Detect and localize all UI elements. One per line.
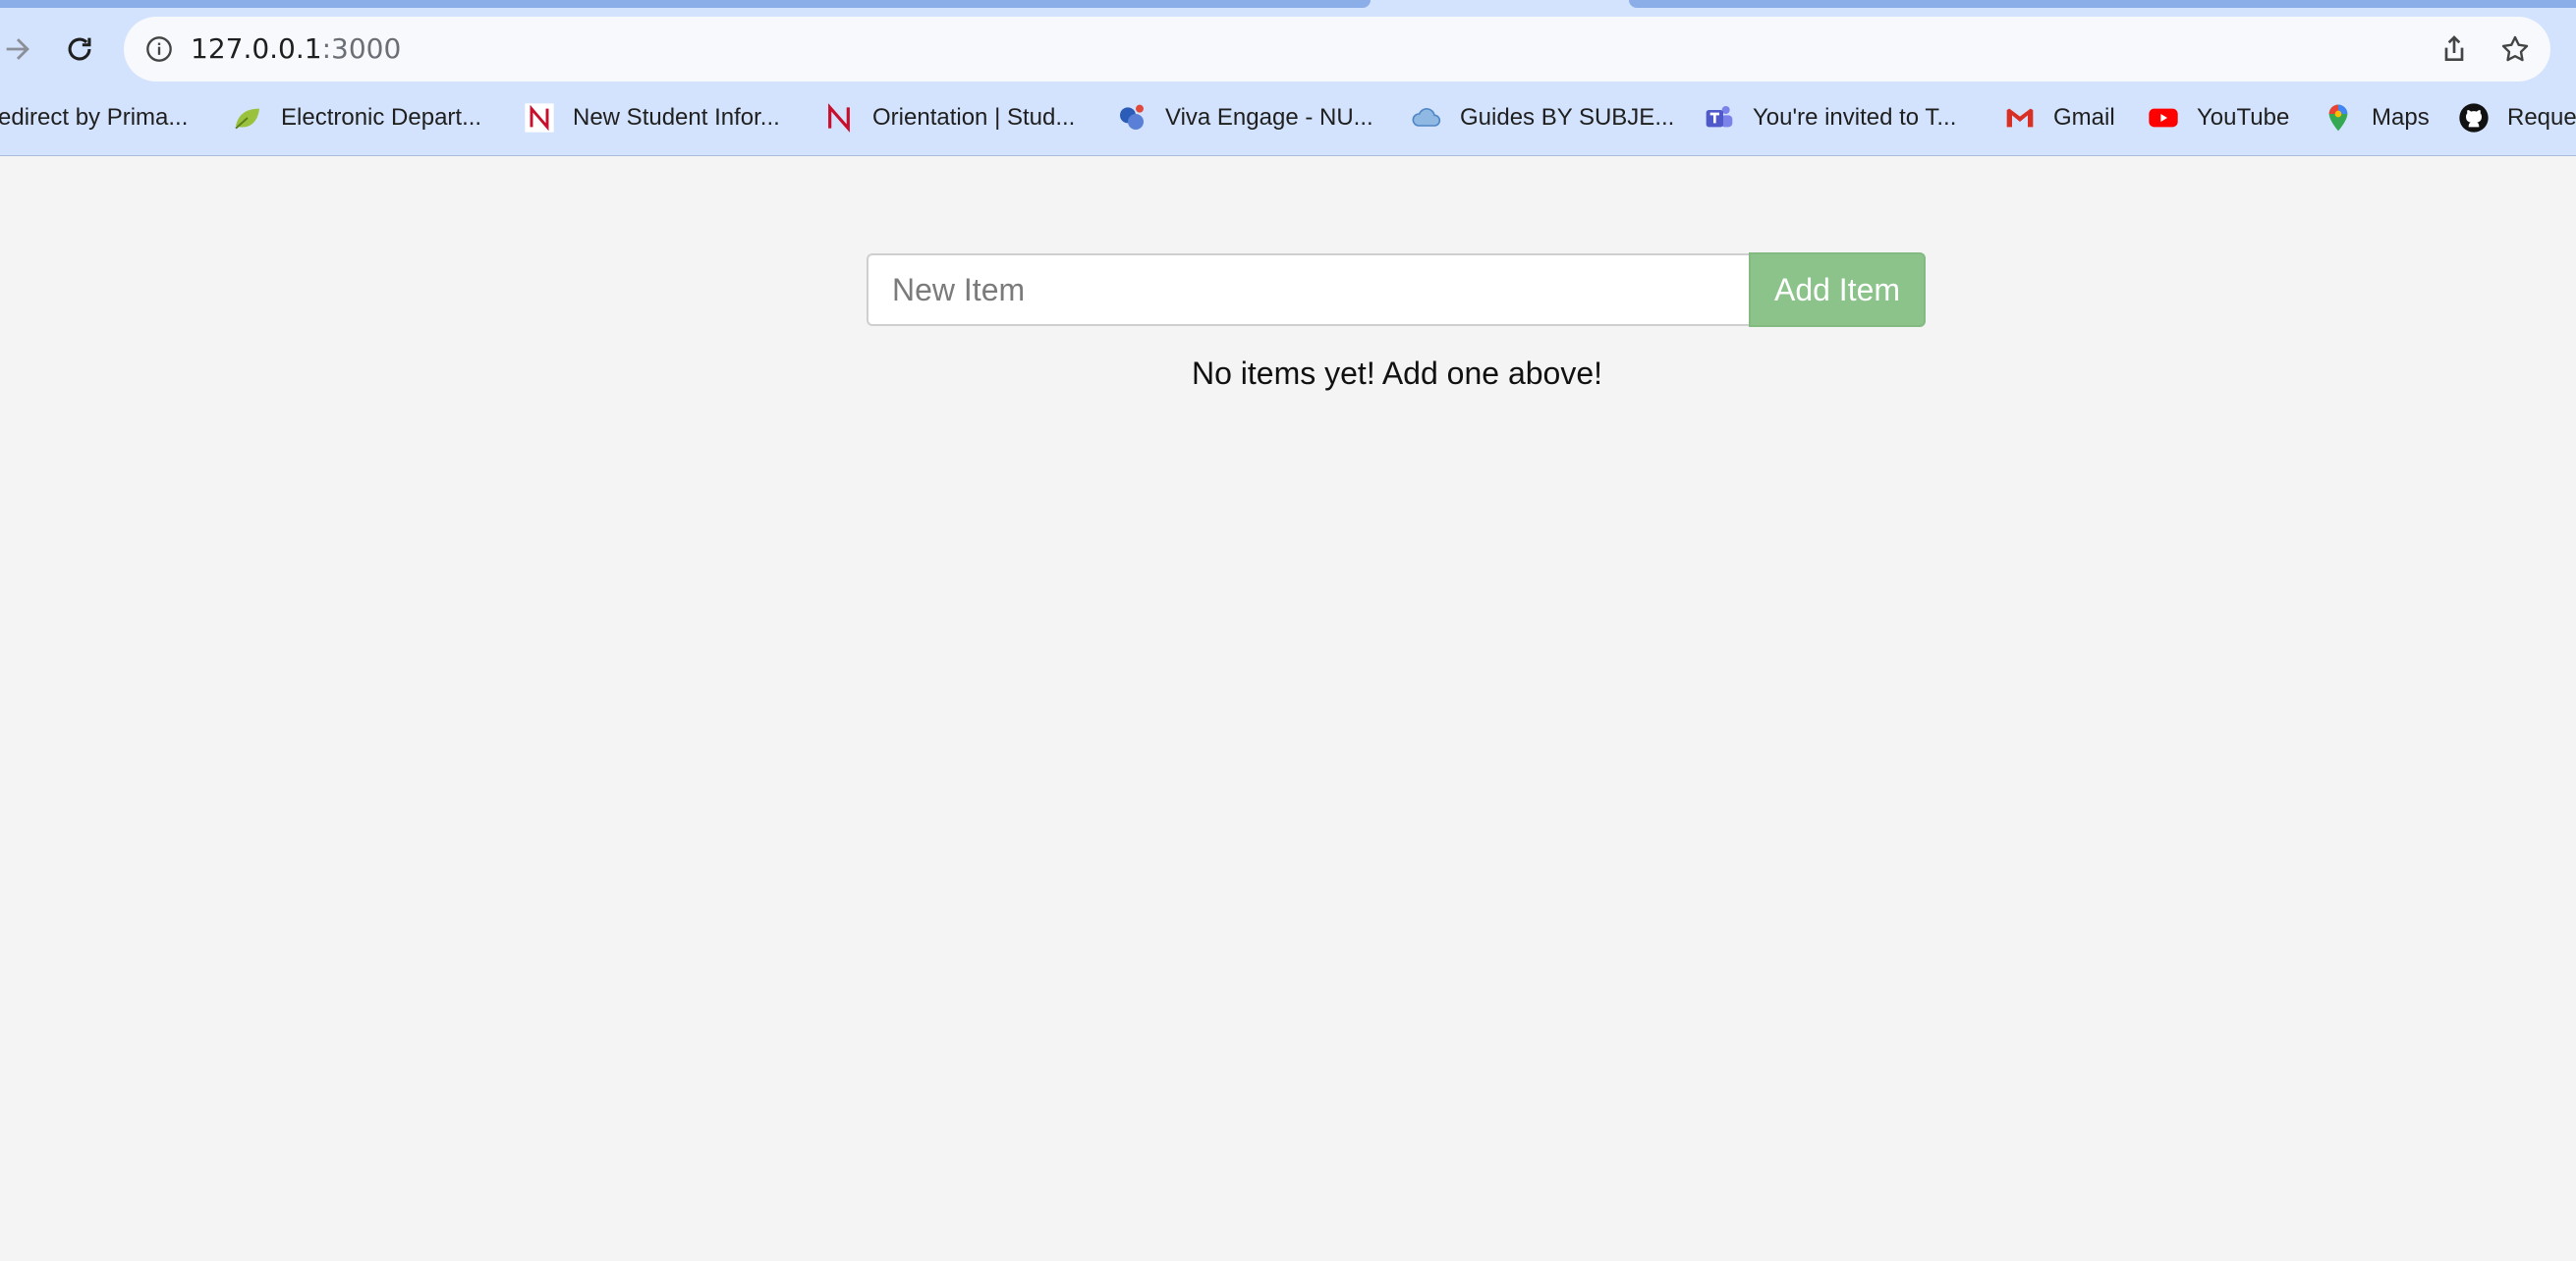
browser-chrome: 127.0.0.1:3000 edirect by Prima... Elect… [0, 0, 2576, 156]
url-port: :3000 [321, 32, 402, 65]
bookmark-star-icon[interactable] [2499, 33, 2531, 65]
tab-strip[interactable] [1629, 0, 2576, 8]
tab-strip[interactable] [0, 0, 1371, 8]
bookmark-item[interactable]: Viva Engage - NU... [1116, 90, 1373, 145]
bookmark-item[interactable]: Maps [2323, 90, 2430, 145]
url-host: 127.0.0.1 [191, 32, 322, 65]
url-text[interactable]: 127.0.0.1:3000 [191, 17, 401, 82]
teams-icon [1704, 102, 1735, 134]
add-item-button[interactable]: Add Item [1749, 252, 1926, 327]
address-bar[interactable]: 127.0.0.1:3000 [124, 17, 2550, 82]
empty-list-message: No items yet! Add one above! [1191, 356, 1603, 391]
youtube-icon [2148, 102, 2179, 134]
new-item-input[interactable] [867, 253, 1749, 326]
bookmark-item[interactable]: edirect by Prima... [0, 90, 188, 145]
bookmark-label: You're invited to T... [1753, 104, 1957, 131]
bookmark-item[interactable]: You're invited to T... [1704, 90, 1956, 145]
bookmark-label: YouTube [2197, 104, 2290, 131]
share-icon[interactable] [2438, 33, 2470, 65]
leaf-icon [232, 102, 263, 134]
arrow-right-icon [6, 38, 29, 60]
bookmark-label: Viva Engage - NU... [1165, 104, 1373, 131]
bookmark-item[interactable]: New Student Infor... [524, 90, 780, 145]
info-icon[interactable] [145, 35, 173, 63]
reload-button[interactable] [54, 24, 105, 75]
bookmark-item[interactable]: Electronic Depart... [232, 90, 481, 145]
northeastern-n-icon [524, 102, 555, 134]
cloud-icon [1411, 102, 1442, 134]
bookmark-item[interactable]: YouTube [2148, 90, 2289, 145]
maps-pin-icon [2323, 102, 2354, 134]
github-icon [2458, 102, 2490, 134]
bookmarks-bar: edirect by Prima... Electronic Depart...… [0, 90, 2576, 145]
bookmark-label: edirect by Prima... [0, 104, 189, 131]
gmail-icon [2004, 102, 2036, 134]
bookmark-label: Maps [2372, 104, 2430, 131]
bookmark-label: Electronic Depart... [281, 104, 482, 131]
reload-icon [68, 37, 91, 61]
add-item-form: Add Item [867, 252, 1928, 328]
page-content: Add Item No items yet! Add one above! [0, 156, 2576, 1261]
bookmark-item[interactable]: Reque [2458, 90, 2576, 145]
bookmark-item[interactable]: Guides BY SUBJE... [1411, 90, 1674, 145]
viva-engage-icon [1116, 102, 1148, 134]
bookmark-label: Reque [2507, 104, 2576, 131]
northeastern-n-icon [823, 102, 855, 134]
bookmark-item[interactable]: Gmail [2004, 90, 2115, 145]
bookmark-label: Guides BY SUBJE... [1460, 104, 1675, 131]
bookmark-label: Gmail [2053, 104, 2115, 131]
forward-button[interactable] [0, 24, 43, 75]
bookmark-item[interactable]: Orientation | Stud... [823, 90, 1075, 145]
bookmark-label: New Student Infor... [573, 104, 780, 131]
bookmark-label: Orientation | Stud... [872, 104, 1076, 131]
